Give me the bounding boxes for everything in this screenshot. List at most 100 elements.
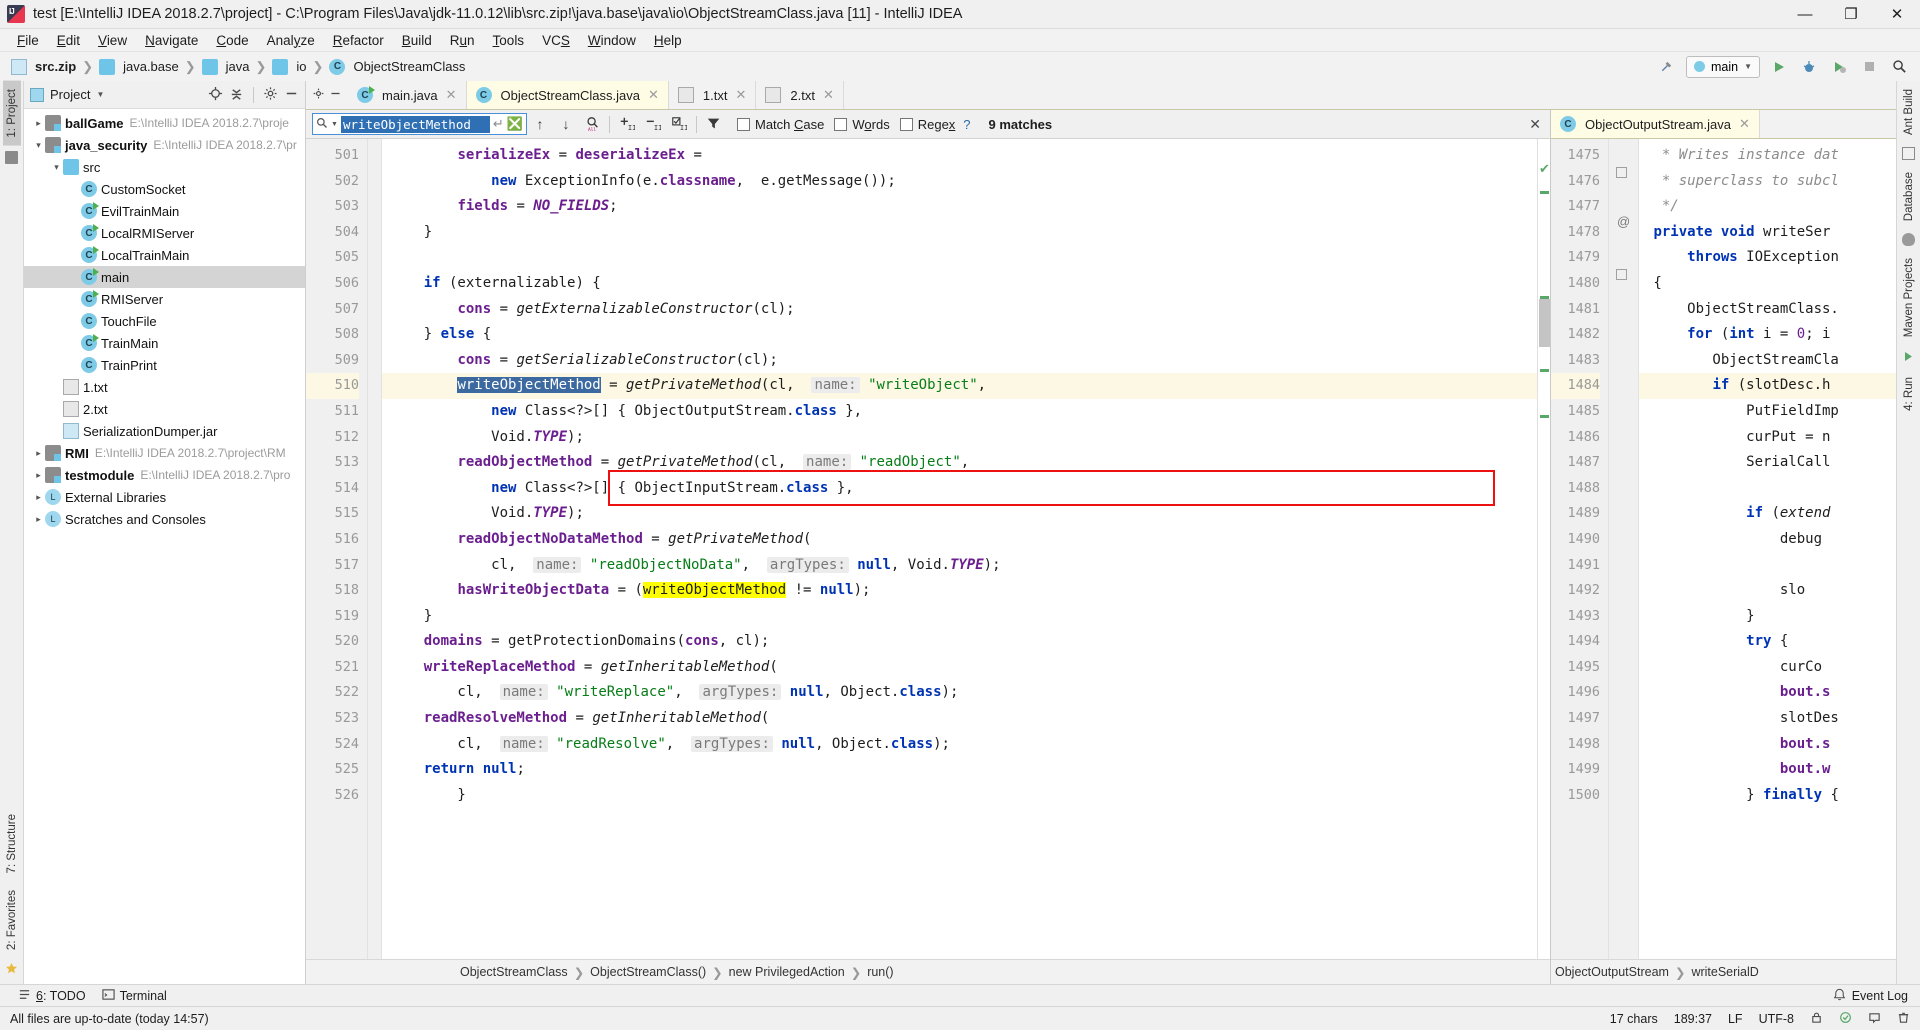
change-marker[interactable] [1540, 369, 1549, 372]
rail-tab-structure[interactable]: 7: Structure [3, 806, 21, 881]
code-line[interactable]: serializeEx = deserializeEx = [382, 143, 1537, 169]
words-checkbox[interactable]: Words [834, 117, 890, 132]
match-case-checkbox[interactable]: Match Case [737, 117, 824, 132]
tree-row[interactable]: C LocalRMIServer [24, 222, 305, 244]
favorites-star-icon[interactable] [5, 962, 18, 978]
code-line[interactable]: PutFieldImp [1639, 399, 1896, 425]
tree-row[interactable]: ▾ src [24, 156, 305, 178]
menu-analyze[interactable]: Analyze [258, 31, 324, 50]
rail-tab-favorites[interactable]: 2: Favorites [3, 882, 21, 958]
code-line[interactable]: bout.s [1639, 680, 1896, 706]
code-line[interactable]: slo [1639, 578, 1896, 604]
code-line[interactable]: writeReplaceMethod = getInheritableMetho… [382, 655, 1537, 681]
code-line[interactable]: * superclass to subcl [1639, 169, 1896, 195]
inspections-icon[interactable] [1839, 1011, 1852, 1027]
code-line[interactable] [382, 245, 1537, 271]
code-line[interactable]: cl, name: "writeReplace", argTypes: null… [382, 680, 1537, 706]
code-line[interactable]: readObjectNoDataMethod = getPrivateMetho… [382, 527, 1537, 553]
breadcrumb-class[interactable]: ObjectOutputStream [1551, 965, 1673, 979]
breadcrumb-objectstreamclass[interactable]: C ObjectStreamClass [326, 58, 468, 75]
close-icon[interactable]: ✕ [1739, 116, 1750, 132]
maximize-button[interactable]: ❐ [1828, 0, 1874, 29]
code-line[interactable]: domains = getProtectionDomains(cons, cl)… [382, 629, 1537, 655]
tree-row[interactable]: SerializationDumper.jar [24, 420, 305, 442]
rail-tab-maven-projects[interactable]: Maven Projects [1900, 250, 1918, 345]
code-line[interactable]: private void writeSer [1639, 220, 1896, 246]
breadcrumb-anon-class[interactable]: new PrivilegedAction [725, 965, 849, 979]
code-line[interactable] [1639, 553, 1896, 579]
debug-icon[interactable] [1798, 56, 1820, 78]
code-line[interactable]: return null; [382, 757, 1537, 783]
override-icon[interactable]: @ [1617, 214, 1630, 229]
rail-tab-database[interactable]: Database [1900, 164, 1918, 229]
close-icon[interactable]: ✕ [648, 87, 659, 103]
editor-tab-2-txt[interactable]: 2.txt ✕ [756, 81, 844, 109]
tree-row[interactable]: ▸ L External Libraries [24, 486, 305, 508]
code-line[interactable]: SerialCall [1639, 450, 1896, 476]
right-code-text[interactable]: * Writes instance dat * superclass to su… [1639, 139, 1896, 959]
code-line[interactable]: Void.TYPE); [382, 425, 1537, 451]
menu-build[interactable]: Build [393, 31, 441, 50]
tree-row[interactable]: ▸ ballGame E:\IntelliJ IDEA 2018.2.7\proje [24, 112, 305, 134]
menu-run[interactable]: Run [441, 31, 484, 50]
find-previous-button[interactable]: ↑ [527, 111, 553, 137]
tool-button-todo[interactable]: 6: TODO [18, 988, 86, 1004]
breadcrumb-constructor[interactable]: ObjectStreamClass() [586, 965, 710, 979]
code-line[interactable]: readResolveMethod = getInheritableMethod… [382, 706, 1537, 732]
code-line[interactable]: } finally { [1639, 783, 1896, 809]
close-icon[interactable]: ✕ [823, 87, 834, 103]
close-icon[interactable]: ✕ [446, 87, 457, 103]
tree-row[interactable]: ▾ java_security E:\IntelliJ IDEA 2018.2.7\… [24, 134, 305, 156]
code-line[interactable]: curCo [1639, 655, 1896, 681]
caret-position[interactable]: 189:37 [1674, 1012, 1712, 1026]
tree-row[interactable]: C TrainMain [24, 332, 305, 354]
code-line[interactable]: cl, name: "readObjectNoData", argTypes: … [382, 553, 1537, 579]
code-line[interactable]: bout.w [1639, 757, 1896, 783]
code-line[interactable]: curPut = n [1639, 425, 1896, 451]
left-fold-column[interactable] [368, 139, 382, 959]
code-line[interactable]: fields = NO_FIELDS; [382, 194, 1537, 220]
run-icon[interactable] [1768, 56, 1790, 78]
code-line[interactable] [1639, 476, 1896, 502]
code-line[interactable]: bout.s [1639, 732, 1896, 758]
hide-icon[interactable] [329, 87, 342, 103]
tree-row[interactable]: C EvilTrainMain [24, 200, 305, 222]
change-marker[interactable] [1540, 191, 1549, 194]
code-line[interactable]: cl, name: "readResolve", argTypes: null,… [382, 732, 1537, 758]
scrollbar-thumb[interactable] [1539, 299, 1550, 347]
lock-icon[interactable] [1810, 1011, 1823, 1027]
chevron-down-icon[interactable]: ▼ [96, 90, 104, 99]
code-line[interactable]: readObjectMethod = getPrivateMethod(cl, … [382, 450, 1537, 476]
code-line[interactable]: Void.TYPE); [382, 501, 1537, 527]
editor-tab-objectoutputstream-java[interactable]: C ObjectOutputStream.java ✕ [1551, 110, 1760, 138]
tree-row[interactable]: C TouchFile [24, 310, 305, 332]
menu-file[interactable]: File [8, 31, 48, 50]
right-glyph-gutter[interactable]: @ [1609, 139, 1639, 959]
ant-icon[interactable] [1902, 147, 1915, 161]
tree-row[interactable]: 2.txt [24, 398, 305, 420]
run-arrow-icon[interactable] [1903, 350, 1914, 365]
rail-tab-project[interactable]: 1: Project [2, 81, 21, 146]
tree-row[interactable]: C LocalTrainMain [24, 244, 305, 266]
minimize-button[interactable]: — [1782, 0, 1828, 29]
expand-chevron-icon[interactable]: ▸ [32, 514, 45, 525]
help-link[interactable]: ? [963, 117, 970, 132]
trash-icon[interactable] [1897, 1011, 1910, 1027]
stop-icon[interactable] [1858, 56, 1880, 78]
code-line[interactable]: cons = getExternalizableConstructor(cl); [382, 297, 1537, 323]
code-line[interactable]: * Writes instance dat [1639, 143, 1896, 169]
project-tree[interactable]: ▸ ballGame E:\IntelliJ IDEA 2018.2.7\proje… [24, 109, 305, 984]
code-line[interactable]: } [1639, 604, 1896, 630]
menu-window[interactable]: Window [579, 31, 645, 50]
tree-row[interactable]: ▸ L Scratches and Consoles [24, 508, 305, 530]
expand-chevron-icon[interactable]: ▾ [32, 140, 45, 151]
find-next-button[interactable]: ↓ [553, 111, 579, 137]
code-line[interactable]: } [382, 783, 1537, 809]
code-line[interactable]: new ExceptionInfo(e.classname, e.getMess… [382, 169, 1537, 195]
code-line[interactable]: } [382, 220, 1537, 246]
breadcrumb-class[interactable]: ObjectStreamClass [456, 965, 572, 979]
code-line[interactable]: } else { [382, 322, 1537, 348]
tree-row[interactable]: ▸ testmodule E:\IntelliJ IDEA 2018.2.7\pro [24, 464, 305, 486]
expand-chevron-icon[interactable]: ▸ [32, 448, 45, 459]
code-line[interactable]: writeObjectMethod = getPrivateMethod(cl,… [382, 373, 1537, 399]
